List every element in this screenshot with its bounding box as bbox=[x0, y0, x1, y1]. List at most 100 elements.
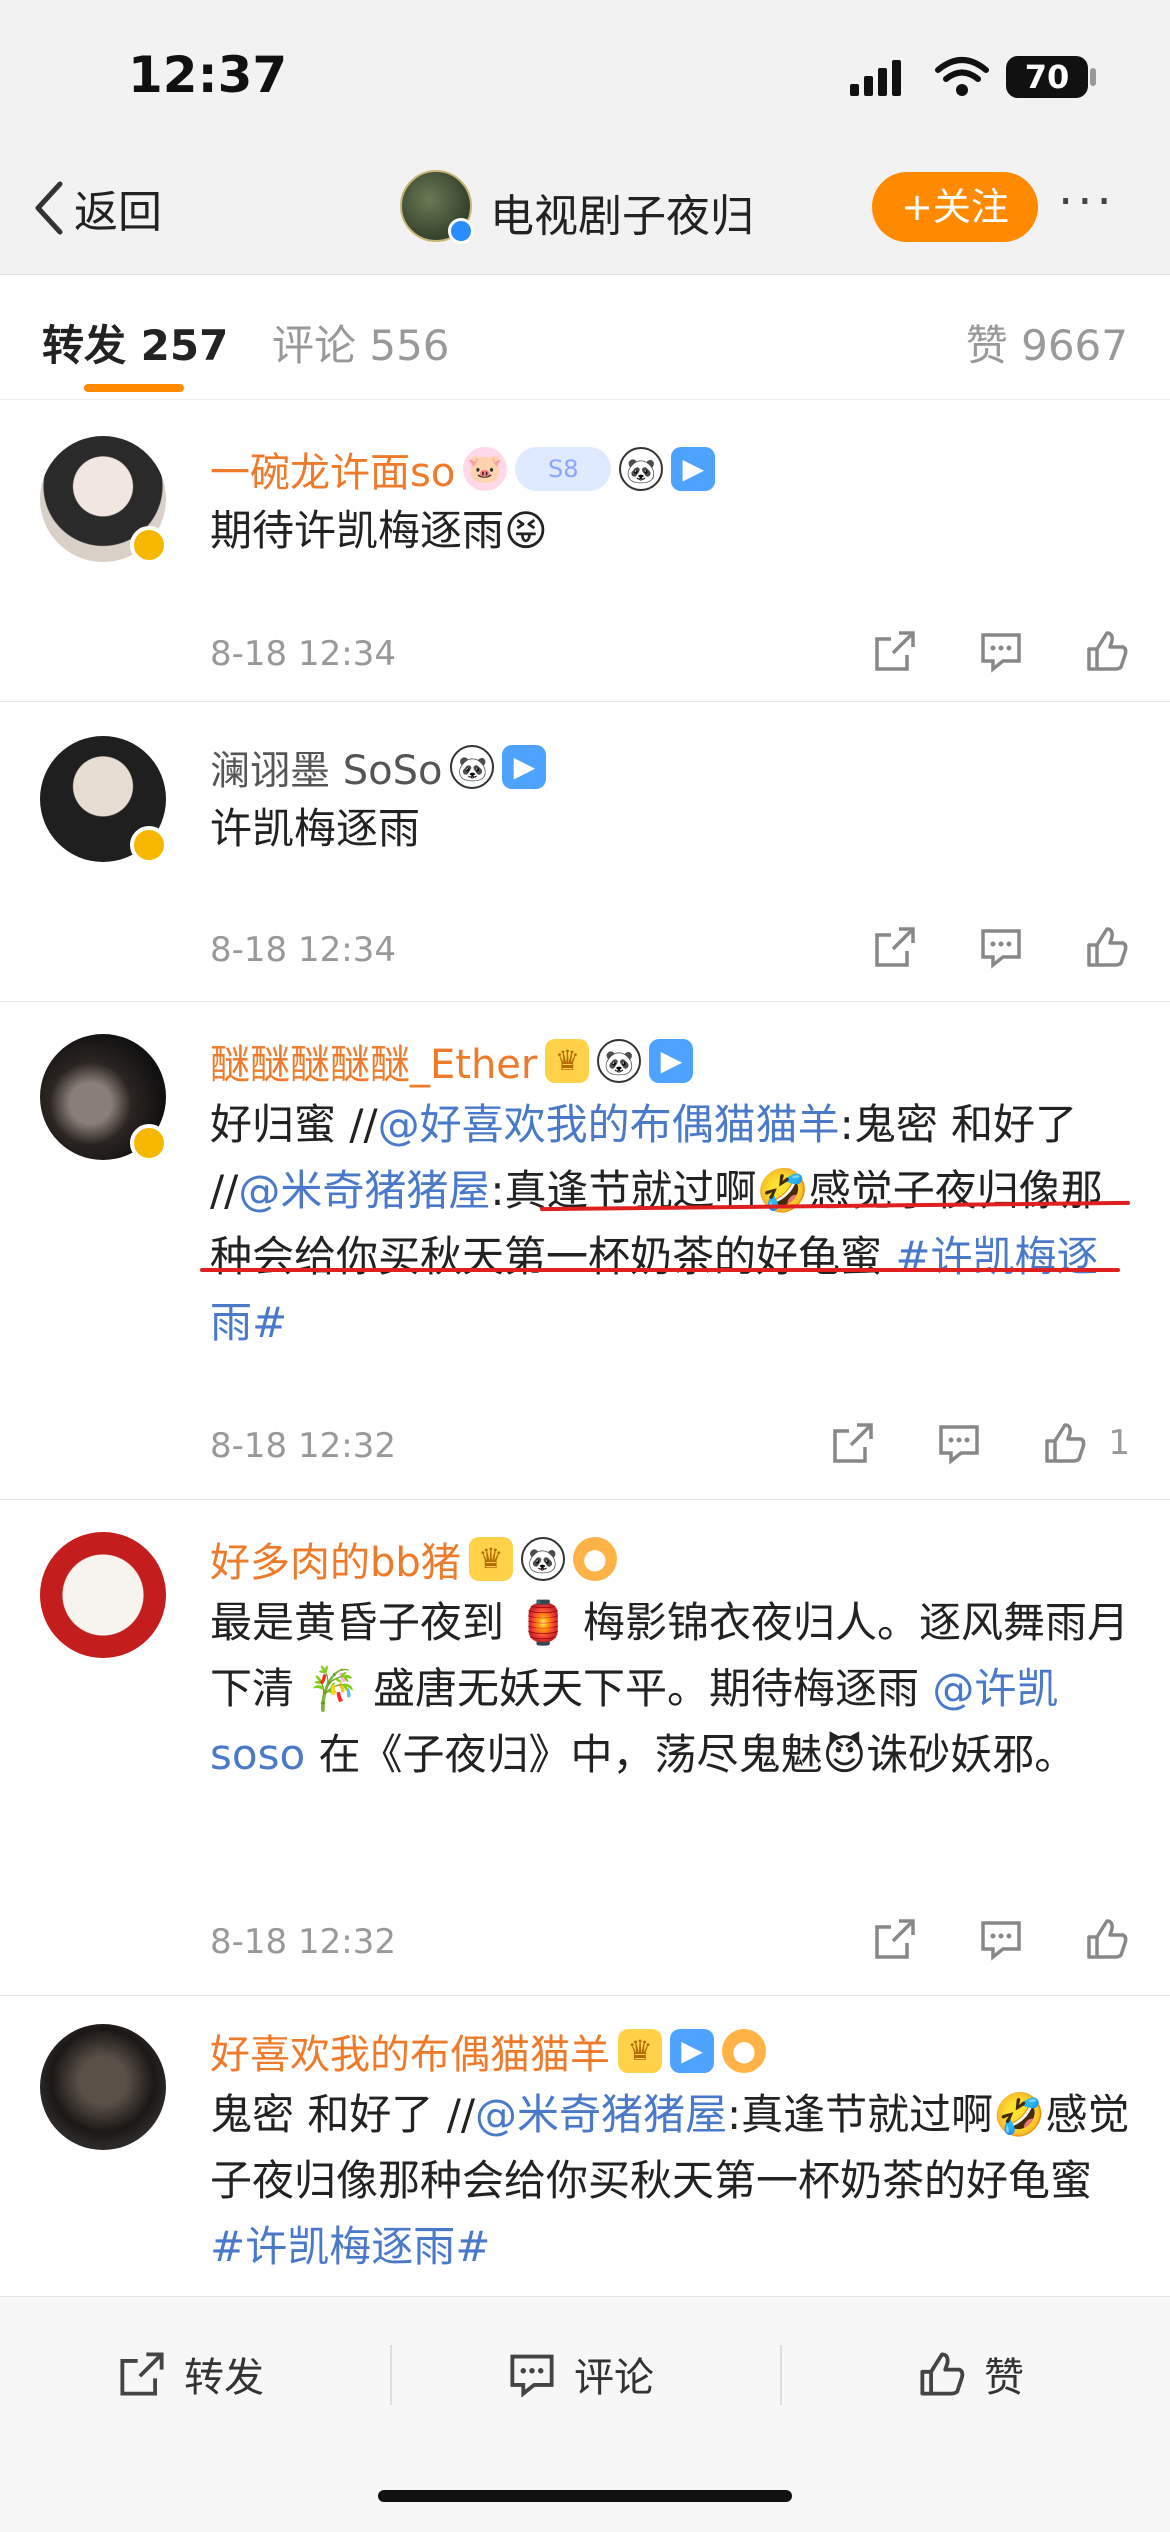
share-icon[interactable] bbox=[872, 628, 918, 674]
verified-badge-icon bbox=[130, 1124, 168, 1162]
like-label: 赞 bbox=[984, 2355, 1024, 2401]
repost-button[interactable]: 转发 bbox=[118, 2345, 264, 2403]
username-row: 澜诩墨 SoSo 🐼 ▶ bbox=[210, 738, 547, 796]
post-text: 期待许凯梅逐雨😝 bbox=[210, 506, 548, 555]
comment-icon[interactable] bbox=[978, 628, 1024, 674]
avatar[interactable] bbox=[40, 1532, 166, 1658]
like-icon bbox=[920, 2352, 965, 2396]
text-segment: 好归蜜 // bbox=[210, 1100, 378, 1149]
tv-badge-icon: ▶ bbox=[502, 745, 547, 789]
back-button[interactable]: 返回 bbox=[34, 176, 162, 240]
comment-label: 评论 bbox=[574, 2355, 654, 2401]
panda-badge-icon: 🐼 bbox=[619, 447, 664, 491]
panda-badge-icon: 🐼 bbox=[520, 1537, 565, 1581]
follow-button[interactable]: +关注 bbox=[872, 172, 1038, 242]
username[interactable]: 澜诩墨 SoSo bbox=[210, 738, 442, 796]
divider bbox=[780, 2345, 782, 2405]
fish-badge-icon: ● bbox=[722, 2029, 766, 2073]
list-item: 一碗龙许面so 🐷 S8 🐼 ▶ 期待许凯梅逐雨😝 8-18 12:34 bbox=[0, 402, 1170, 702]
text-segment: 在《子夜归》中，荡尽鬼魅😈诛砂妖邪。 bbox=[305, 1730, 1077, 1779]
username[interactable]: 一碗龙许面so bbox=[210, 440, 455, 498]
badge-icon: 🐷 bbox=[463, 447, 508, 491]
comment-icon[interactable] bbox=[936, 1420, 982, 1466]
more-options-button[interactable]: ··· bbox=[1058, 174, 1116, 230]
post-time: 8-18 12:32 bbox=[210, 1426, 396, 1466]
battery-indicator: 70 bbox=[1006, 56, 1088, 98]
tab-comment[interactable]: 评论 556 bbox=[272, 312, 450, 373]
username[interactable]: 醚醚醚醚醚_Ether bbox=[210, 1032, 537, 1090]
channel-name[interactable]: 电视剧子夜归 bbox=[490, 180, 754, 244]
post-actions bbox=[872, 924, 1130, 970]
divider bbox=[390, 2345, 392, 2405]
like-count: 1 bbox=[1108, 1423, 1130, 1463]
list-item: 好喜欢我的布偶猫猫羊 ♛ ▶ ● 鬼密 和好了 //@米奇猪猪屋:真逢节就过啊🤣… bbox=[0, 1996, 1170, 2296]
crown-badge-icon: ♛ bbox=[545, 1039, 590, 1083]
username[interactable]: 好多肉的bb猪 bbox=[210, 1530, 461, 1588]
tab-repost[interactable]: 转发 257 bbox=[42, 312, 228, 373]
username-row: 好喜欢我的布偶猫猫羊 ♛ ▶ ● bbox=[210, 2022, 766, 2080]
comment-button[interactable]: 评论 bbox=[508, 2345, 654, 2403]
post-time: 8-18 12:32 bbox=[210, 1922, 396, 1962]
username[interactable]: 好喜欢我的布偶猫猫羊 bbox=[210, 2022, 610, 2080]
text-segment: 鬼密 和好了 // bbox=[210, 2090, 476, 2139]
post-actions bbox=[872, 628, 1130, 674]
tab-bar: 转发 257 评论 556 赞 9667 bbox=[0, 276, 1170, 400]
like-icon[interactable] bbox=[1084, 924, 1130, 970]
like-icon[interactable] bbox=[1084, 628, 1130, 674]
avatar[interactable] bbox=[40, 2024, 166, 2150]
share-icon bbox=[120, 2352, 164, 2396]
chevron-left-icon bbox=[35, 181, 63, 235]
like-icon[interactable] bbox=[1042, 1420, 1088, 1466]
share-icon[interactable] bbox=[872, 924, 918, 970]
verified-icon bbox=[448, 218, 474, 244]
comment-icon[interactable] bbox=[978, 924, 1024, 970]
verified-badge-icon bbox=[130, 826, 168, 864]
home-indicator[interactable] bbox=[378, 2490, 792, 2502]
post-actions: 1 bbox=[830, 1420, 1130, 1466]
share-icon[interactable] bbox=[830, 1420, 876, 1466]
list-item: 醚醚醚醚醚_Ether ♛ 🐼 ▶ 好归蜜 //@好喜欢我的布偶猫猫羊:鬼密 和… bbox=[0, 1002, 1170, 1500]
crown-badge-icon: ♛ bbox=[618, 2029, 662, 2073]
verified-badge-icon bbox=[130, 526, 168, 564]
post-text: 最是黄昏子夜到 🏮 梅影锦衣夜归人。逐风舞雨月下清 🎋 盛唐无妖天下平。期待梅逐… bbox=[210, 1590, 1130, 1788]
comment-icon bbox=[510, 2354, 554, 2398]
post-time: 8-18 12:34 bbox=[210, 634, 396, 674]
wifi-icon bbox=[935, 57, 989, 96]
status-time: 12:37 bbox=[128, 46, 288, 104]
username-row: 醚醚醚醚醚_Ether ♛ 🐼 ▶ bbox=[210, 1032, 694, 1090]
active-tab-indicator bbox=[84, 384, 184, 392]
battery-tip bbox=[1090, 68, 1096, 86]
tab-like[interactable]: 赞 9667 bbox=[966, 312, 1128, 373]
nav-bar: 返回 电视剧子夜归 +关注 ··· bbox=[0, 150, 1170, 275]
like-button[interactable]: 赞 bbox=[918, 2345, 1024, 2403]
list-item: 澜诩墨 SoSo 🐼 ▶ 许凯梅逐雨 8-18 12:34 bbox=[0, 702, 1170, 1002]
panda-badge-icon: 🐼 bbox=[597, 1039, 642, 1083]
repost-label: 转发 bbox=[184, 2355, 264, 2401]
share-icon[interactable] bbox=[872, 1916, 918, 1962]
username-row: 一碗龙许面so 🐷 S8 🐼 ▶ bbox=[210, 440, 716, 498]
tv-badge-icon: ▶ bbox=[671, 447, 716, 491]
panda-badge-icon: 🐼 bbox=[450, 745, 495, 789]
tv-badge-icon: ▶ bbox=[670, 2029, 714, 2073]
mention-link[interactable]: @好喜欢我的布偶猫猫羊 bbox=[378, 1100, 840, 1149]
status-bar: 12:37 70 bbox=[0, 0, 1170, 150]
mention-link[interactable]: @米奇猪猪屋 bbox=[238, 1166, 490, 1215]
list-item: 好多肉的bb猪 ♛ 🐼 ● 最是黄昏子夜到 🏮 梅影锦衣夜归人。逐风舞雨月下清 … bbox=[0, 1500, 1170, 1996]
like-icon[interactable] bbox=[1084, 1916, 1130, 1962]
highlight-underline bbox=[200, 1268, 1120, 1272]
topic-link[interactable]: #许凯梅逐雨# bbox=[210, 2222, 490, 2271]
comment-icon[interactable] bbox=[978, 1916, 1024, 1962]
back-label: 返回 bbox=[74, 187, 162, 238]
post-actions bbox=[872, 1916, 1130, 1962]
crown-badge-icon: ♛ bbox=[468, 1537, 513, 1581]
post-text: 鬼密 和好了 //@米奇猪猪屋:真逢节就过啊🤣感觉子夜归像那种会给你买秋天第一杯… bbox=[210, 2082, 1130, 2280]
badge-icon: S8 bbox=[515, 447, 612, 491]
post-time: 8-18 12:34 bbox=[210, 930, 396, 970]
cellular-signal-icon bbox=[850, 60, 901, 96]
username-row: 好多肉的bb猪 ♛ 🐼 ● bbox=[210, 1530, 617, 1588]
post-text: 许凯梅逐雨 bbox=[210, 804, 421, 853]
tv-badge-icon: ▶ bbox=[649, 1039, 694, 1083]
post-text: 好归蜜 //@好喜欢我的布偶猫猫羊:鬼密 和好了 //@米奇猪猪屋:真逢节就过啊… bbox=[210, 1092, 1130, 1356]
mention-link[interactable]: @米奇猪猪屋 bbox=[475, 2090, 727, 2139]
fish-badge-icon: ● bbox=[572, 1537, 617, 1581]
